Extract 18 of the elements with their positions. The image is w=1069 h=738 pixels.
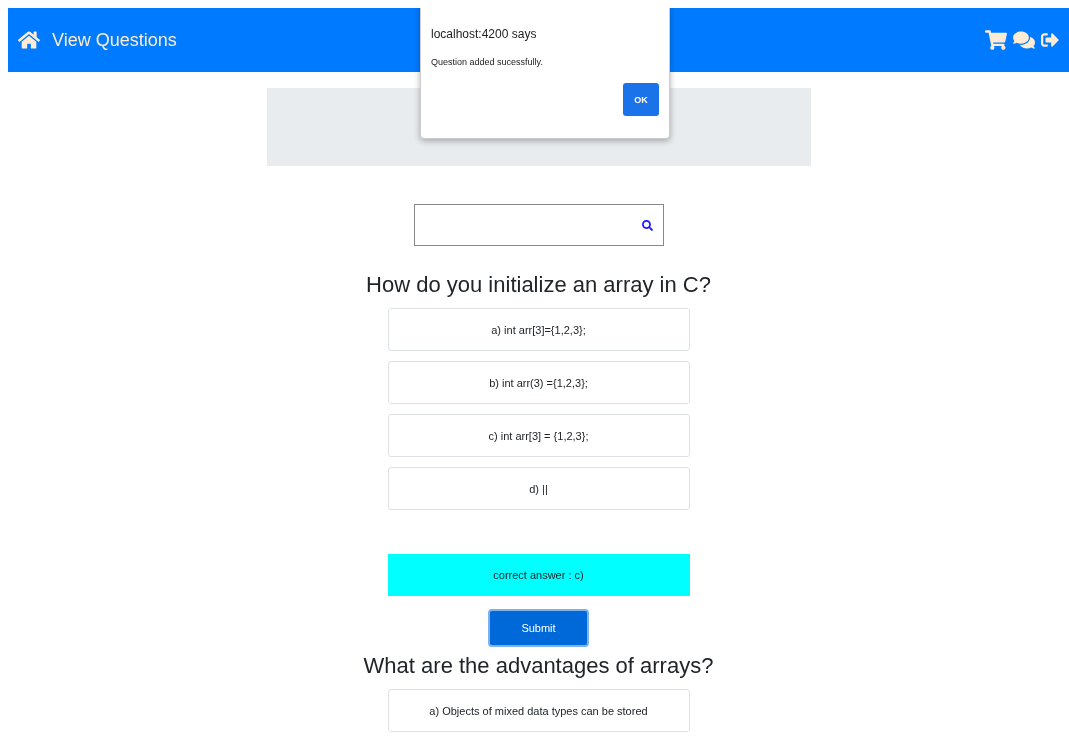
correct-answer: correct answer : c) (387, 554, 690, 596)
answer-option[interactable]: a) int arr[3]={1,2,3}; (387, 308, 690, 351)
dialog-message: Question added sucessfully. (431, 57, 544, 67)
answer-option[interactable]: d) || (387, 467, 690, 510)
search-field[interactable] (413, 204, 664, 246)
question-title: How do you initialize an array in C? (366, 272, 711, 298)
chat-icon[interactable] (1013, 29, 1035, 51)
search-icon[interactable] (641, 219, 653, 231)
cart-icon[interactable] (985, 29, 1007, 51)
answer-option[interactable]: b) int arr(3) ={1,2,3}; (387, 361, 690, 404)
dialog-title: localhost:4200 says (431, 27, 538, 41)
home-icon[interactable] (18, 29, 40, 51)
answer-option[interactable]: a) Objects of mixed data types can be stored (387, 689, 690, 732)
logout-icon[interactable] (1041, 31, 1059, 49)
submit-button[interactable]: Submit (488, 609, 589, 647)
answer-option[interactable]: c) int arr[3] = {1,2,3}; (387, 414, 690, 457)
ok-button[interactable]: OK (623, 83, 659, 116)
question-title: What are the advantages of arrays? (363, 653, 714, 679)
